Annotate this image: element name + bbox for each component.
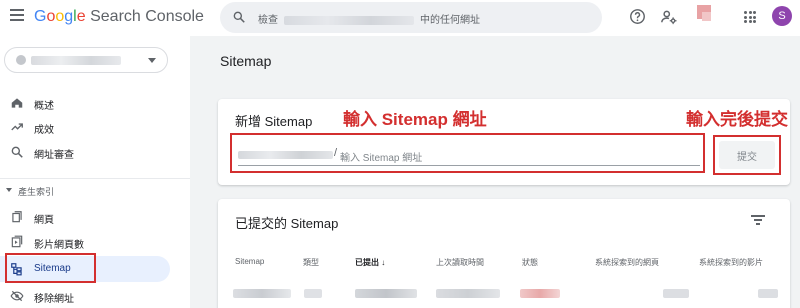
pages-icon xyxy=(12,211,22,223)
add-sitemap-card: 新增 Sitemap 輸入 Sitemap 網址 輸入完後提交 / 輸入 Sit… xyxy=(218,99,790,185)
sidebar-section-indexing[interactable]: 產生索引 xyxy=(0,183,170,199)
column-header-status[interactable]: 狀態 xyxy=(522,257,538,268)
sidebar-item-url-inspection[interactable]: 網址審查 xyxy=(0,139,170,165)
blurred-property-name xyxy=(284,15,414,25)
filter-icon[interactable] xyxy=(751,214,765,226)
submitted-sitemaps-title: 已提交的 Sitemap xyxy=(235,216,339,231)
blurred-status xyxy=(520,289,560,298)
search-icon xyxy=(233,11,245,23)
sidebar-item-pages[interactable]: 網頁 xyxy=(0,204,170,230)
hamburger-menu-icon[interactable] xyxy=(10,9,24,23)
sidebar-item-removals[interactable]: 移除網址 xyxy=(0,283,170,308)
visibility-off-icon xyxy=(10,290,24,302)
column-header-discovered-pages[interactable]: 系統探索到的網頁 xyxy=(595,257,659,268)
column-header-submitted[interactable]: 已提出 ↓ xyxy=(355,257,385,268)
search-icon xyxy=(11,146,23,158)
blurred-cell xyxy=(304,289,322,298)
home-icon xyxy=(11,98,23,108)
collapse-caret-icon xyxy=(6,188,12,192)
url-input-placeholder: 輸入 Sitemap 網址 xyxy=(340,153,423,164)
annotation-submit-hint: 輸入完後提交 xyxy=(686,110,788,129)
search-placeholder: 檢查 中的任何網址 xyxy=(258,15,480,26)
column-header-type[interactable]: 類型 xyxy=(303,257,319,268)
blurred-domain-prefix xyxy=(238,151,333,159)
blurred-account-image[interactable] xyxy=(697,5,711,21)
submit-button[interactable]: 提交 xyxy=(719,141,775,169)
sidebar-item-overview[interactable]: 概述 xyxy=(0,90,170,116)
sidebar-divider xyxy=(0,178,190,179)
video-pages-icon xyxy=(11,235,23,248)
manage-accounts-icon[interactable] xyxy=(660,8,678,26)
sitemap-url-input[interactable]: / 輸入 Sitemap 網址 xyxy=(230,133,705,173)
dropdown-arrow-icon xyxy=(148,58,156,63)
property-selector[interactable] xyxy=(4,47,168,73)
column-header-sitemap[interactable]: Sitemap xyxy=(235,257,264,266)
blurred-cell xyxy=(355,289,417,298)
annotation-input-hint: 輸入 Sitemap 網址 xyxy=(343,110,487,129)
column-header-last-read[interactable]: 上次讀取時間 xyxy=(436,257,484,268)
search-console-logo[interactable]: Google Search Console xyxy=(34,8,204,26)
google-apps-icon[interactable] xyxy=(744,11,756,23)
page-title: Sitemap xyxy=(220,53,272,69)
blurred-property-name xyxy=(31,56,121,65)
help-icon[interactable] xyxy=(629,8,646,25)
submitted-sitemaps-card: 已提交的 Sitemap Sitemap 類型 已提出 ↓ 上次讀取時間 狀態 … xyxy=(218,199,790,308)
globe-icon xyxy=(16,55,26,65)
sidebar-item-video-pages[interactable]: 影片網頁數 xyxy=(0,229,170,255)
annotation-highlight-submit: 提交 xyxy=(713,135,781,175)
sort-descending-icon: ↓ xyxy=(381,258,386,267)
blurred-cell xyxy=(233,289,291,298)
input-underline xyxy=(238,165,700,166)
add-sitemap-title: 新增 Sitemap xyxy=(235,114,313,129)
sidebar-item-performance[interactable]: 成效 xyxy=(0,114,170,140)
profile-avatar[interactable]: S xyxy=(772,6,792,26)
column-header-discovered-videos[interactable]: 系統探索到的影片 xyxy=(699,257,763,268)
logo-product-name: Search Console xyxy=(90,8,204,25)
url-inspection-search[interactable]: 檢查 中的任何網址 xyxy=(220,2,602,33)
blurred-cell xyxy=(758,289,778,298)
blurred-cell xyxy=(663,289,689,298)
trending-up-icon xyxy=(11,123,23,131)
annotation-highlight-sitemap-nav xyxy=(5,253,96,283)
blurred-cell xyxy=(436,289,500,298)
top-app-bar: Google Search Console 檢查 中的任何網址 S xyxy=(0,0,800,36)
